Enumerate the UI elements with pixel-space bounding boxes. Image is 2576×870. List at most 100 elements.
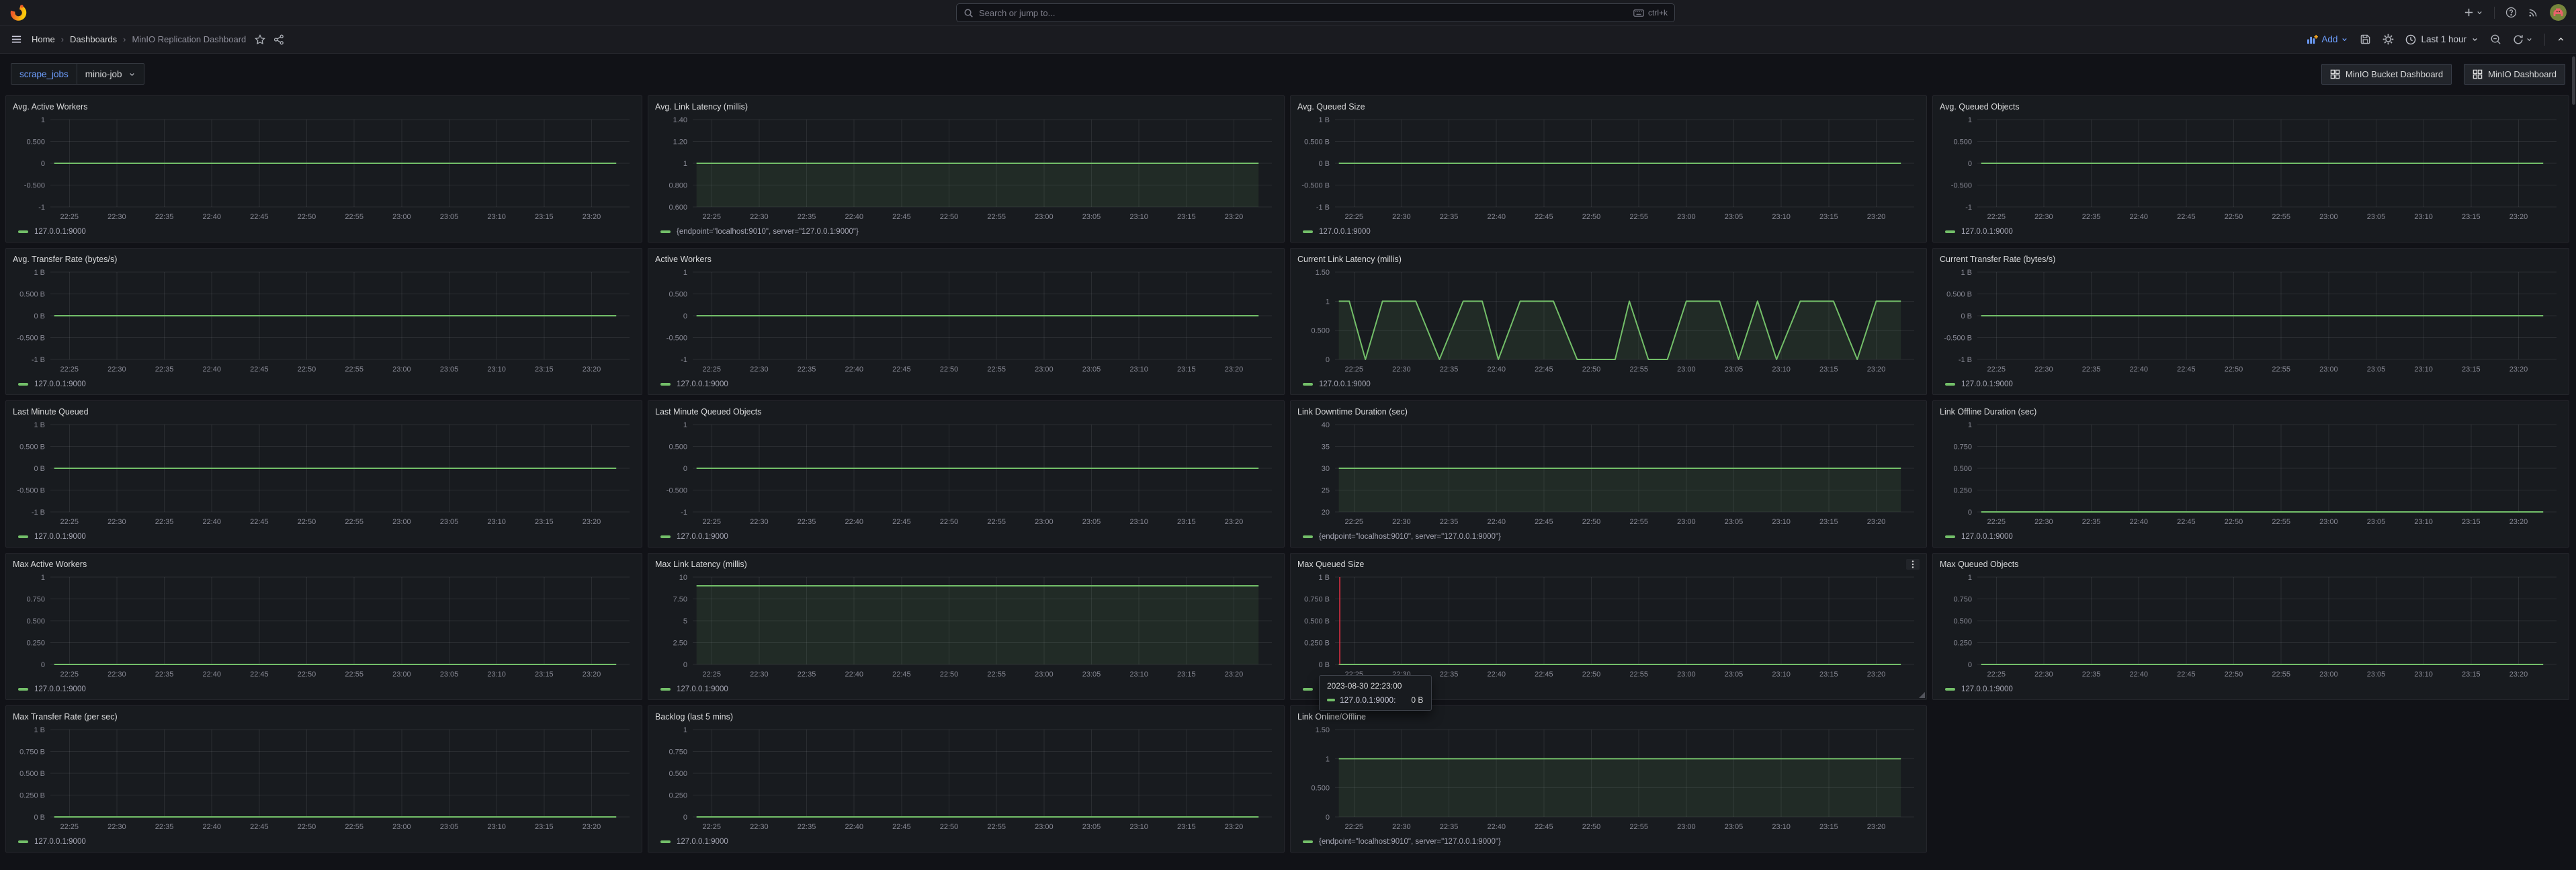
legend-series-label[interactable]: 127.0.0.1:9000: [1961, 685, 2013, 693]
search-bar[interactable]: ctrl+k: [956, 3, 1675, 22]
panel-title[interactable]: Max Queued Size: [1297, 560, 1364, 569]
svg-text:23:15: 23:15: [1819, 823, 1838, 831]
panel-title[interactable]: Avg. Link Latency (millis): [655, 102, 748, 112]
minio-dashboard-link[interactable]: MinIO Dashboard: [2464, 64, 2565, 85]
breadcrumb-home[interactable]: Home: [32, 34, 55, 44]
legend-series-label[interactable]: 127.0.0.1:9000: [34, 228, 86, 236]
time-series-chart[interactable]: 1 B0.500 B0 B-0.500 B-1 B22:2522:3022:35…: [13, 267, 635, 377]
kebab-menu-icon[interactable]: [1906, 559, 1920, 570]
panel-title[interactable]: Avg. Queued Size: [1297, 102, 1365, 112]
grafana-logo[interactable]: [9, 3, 28, 21]
help-button[interactable]: [2505, 7, 2517, 18]
dashboard-panel: Avg. Queued Objects 10.5000-0.500-122:25…: [1932, 95, 2569, 243]
panel-title[interactable]: Avg. Active Workers: [13, 102, 87, 112]
legend-series-label[interactable]: 127.0.0.1:9000: [677, 380, 728, 388]
panel-title[interactable]: Max Active Workers: [13, 560, 87, 569]
panel-title[interactable]: Current Link Latency (millis): [1297, 255, 1402, 264]
svg-text:23:05: 23:05: [1082, 213, 1101, 221]
time-series-chart[interactable]: 1 B0.500 B0 B-0.500 B-1 B22:2522:3022:35…: [1297, 114, 1920, 224]
legend-series-label[interactable]: 127.0.0.1:9000: [1961, 533, 2013, 541]
svg-text:22:55: 22:55: [2272, 518, 2290, 526]
panel-title[interactable]: Last Minute Queued: [13, 407, 89, 417]
resize-handle[interactable]: [1919, 692, 1925, 698]
time-series-chart[interactable]: 10.5000-0.500-122:2522:3022:3522:4022:45…: [655, 419, 1277, 529]
panel-title[interactable]: Avg. Queued Objects: [1940, 102, 2020, 112]
time-series-chart[interactable]: 1.401.2010.8000.60022:2522:3022:3522:402…: [655, 114, 1277, 224]
time-series-chart[interactable]: 10.5000-0.500-122:2522:3022:3522:4022:45…: [13, 114, 635, 224]
user-avatar[interactable]: [2550, 4, 2567, 21]
legend-series-label[interactable]: 127.0.0.1:9000: [677, 533, 728, 541]
legend-series-label[interactable]: 127.0.0.1:9000: [1319, 228, 1371, 236]
share-icon[interactable]: [273, 34, 284, 45]
zoom-out-button[interactable]: [2490, 34, 2501, 45]
panel-title[interactable]: Active Workers: [655, 255, 712, 264]
legend-series-label[interactable]: 127.0.0.1:9000: [1961, 228, 2013, 236]
dashboard-grid-icon: [2473, 69, 2483, 79]
add-panel-button[interactable]: Add: [2307, 34, 2348, 44]
legend-series-label[interactable]: 127.0.0.1:9000: [1319, 380, 1371, 388]
legend-series-color: [18, 383, 28, 386]
legend-series-label[interactable]: 127.0.0.1:9000: [677, 685, 728, 693]
variable-value-dropdown[interactable]: minio-job: [77, 63, 144, 85]
svg-text:22:40: 22:40: [845, 365, 863, 374]
svg-text:23:10: 23:10: [1772, 365, 1791, 374]
legend-series-label[interactable]: {endpoint="localhost:9010", server="127.…: [677, 228, 859, 236]
time-series-chart[interactable]: 1 B0.750 B0.500 B0.250 B0 B22:2522:3022:…: [1297, 572, 1920, 682]
svg-text:0.500 B: 0.500 B: [1304, 138, 1330, 146]
time-range-picker[interactable]: Last 1 hour: [2405, 34, 2479, 45]
menu-toggle-button[interactable]: [11, 34, 22, 45]
panel-title[interactable]: Avg. Transfer Rate (bytes/s): [13, 255, 117, 264]
svg-text:1.50: 1.50: [1316, 726, 1330, 734]
svg-text:23:10: 23:10: [1129, 670, 1148, 679]
time-series-chart[interactable]: 1.5010.500022:2522:3022:3522:4022:4522:5…: [1297, 267, 1920, 377]
time-series-chart[interactable]: 1 B0.750 B0.500 B0.250 B0 B22:2522:3022:…: [13, 724, 635, 834]
panel-header: Avg. Active Workers: [13, 99, 635, 114]
breadcrumb-dashboards[interactable]: Dashboards: [70, 34, 117, 44]
legend-series-label[interactable]: 127.0.0.1:9000: [34, 380, 86, 388]
panel-title[interactable]: Max Link Latency (millis): [655, 560, 747, 569]
refresh-button[interactable]: [2513, 34, 2533, 45]
time-series-chart[interactable]: 10.7500.5000.250022:2522:3022:3522:4022:…: [1940, 419, 2562, 529]
variable-label[interactable]: scrape_jobs: [11, 63, 77, 85]
panel-title[interactable]: Last Minute Queued Objects: [655, 407, 761, 417]
search-input[interactable]: [979, 8, 1628, 18]
panel-title[interactable]: Link Offline Duration (sec): [1940, 407, 2036, 417]
panel-legend: 127.0.0.1:9000: [13, 834, 635, 849]
panel-title[interactable]: Link Online/Offline: [1297, 712, 1366, 722]
panel-title[interactable]: Max Transfer Rate (per sec): [13, 712, 118, 722]
time-series-chart[interactable]: 10.5000-0.500-122:2522:3022:3522:4022:45…: [1940, 114, 2562, 224]
panel-title[interactable]: Link Downtime Duration (sec): [1297, 407, 1408, 417]
legend-series-label[interactable]: 127.0.0.1:9000: [34, 533, 86, 541]
time-series-chart[interactable]: 10.7500.5000.250022:2522:3022:3522:4022:…: [13, 572, 635, 682]
time-series-chart[interactable]: 1 B0.500 B0 B-0.500 B-1 B22:2522:3022:35…: [13, 419, 635, 529]
scrollbar-thumb[interactable]: [2572, 56, 2575, 105]
panel-title[interactable]: Current Transfer Rate (bytes/s): [1940, 255, 2055, 264]
minio-bucket-dashboard-link[interactable]: MinIO Bucket Dashboard: [2321, 64, 2452, 85]
legend-series-label[interactable]: 127.0.0.1:9000: [677, 838, 728, 846]
legend-series-label[interactable]: 127.0.0.1:9000: [34, 838, 86, 846]
legend-series-label[interactable]: 127.0.0.1:9000: [1961, 380, 2013, 388]
new-item-button[interactable]: [2464, 7, 2483, 17]
svg-text:0: 0: [1326, 814, 1330, 822]
time-series-chart[interactable]: 107.5052.50022:2522:3022:3522:4022:4522:…: [655, 572, 1277, 682]
svg-text:0: 0: [683, 312, 687, 320]
dashboard-settings-button[interactable]: [2382, 34, 2394, 45]
legend-series-label[interactable]: {endpoint="localhost:9010", server="127.…: [1319, 838, 1501, 846]
time-series-chart[interactable]: 10.5000-0.500-122:2522:3022:3522:4022:45…: [655, 267, 1277, 377]
time-series-chart[interactable]: 10.7500.5000.250022:2522:3022:3522:4022:…: [1940, 572, 2562, 682]
svg-text:23:05: 23:05: [440, 823, 459, 831]
legend-series-label[interactable]: {endpoint="localhost:9010", server="127.…: [1319, 533, 1501, 541]
svg-text:23:20: 23:20: [1225, 823, 1244, 831]
svg-text:22:40: 22:40: [202, 365, 221, 374]
panel-title[interactable]: Backlog (last 5 mins): [655, 712, 733, 722]
time-series-chart[interactable]: 403530252022:2522:3022:3522:4022:4522:50…: [1297, 419, 1920, 529]
favorite-star-icon[interactable]: [255, 34, 265, 45]
legend-series-label[interactable]: 127.0.0.1:9000: [34, 685, 86, 693]
news-button[interactable]: [2528, 7, 2539, 18]
time-series-chart[interactable]: 1.5010.500022:2522:3022:3522:4022:4522:5…: [1297, 724, 1920, 834]
panel-title[interactable]: Max Queued Objects: [1940, 560, 2018, 569]
collapse-toolbar-button[interactable]: [2557, 35, 2565, 44]
time-series-chart[interactable]: 10.7500.5000.250022:2522:3022:3522:4022:…: [655, 724, 1277, 834]
save-dashboard-button[interactable]: [2360, 34, 2371, 45]
time-series-chart[interactable]: 1 B0.500 B0 B-0.500 B-1 B22:2522:3022:35…: [1940, 267, 2562, 377]
